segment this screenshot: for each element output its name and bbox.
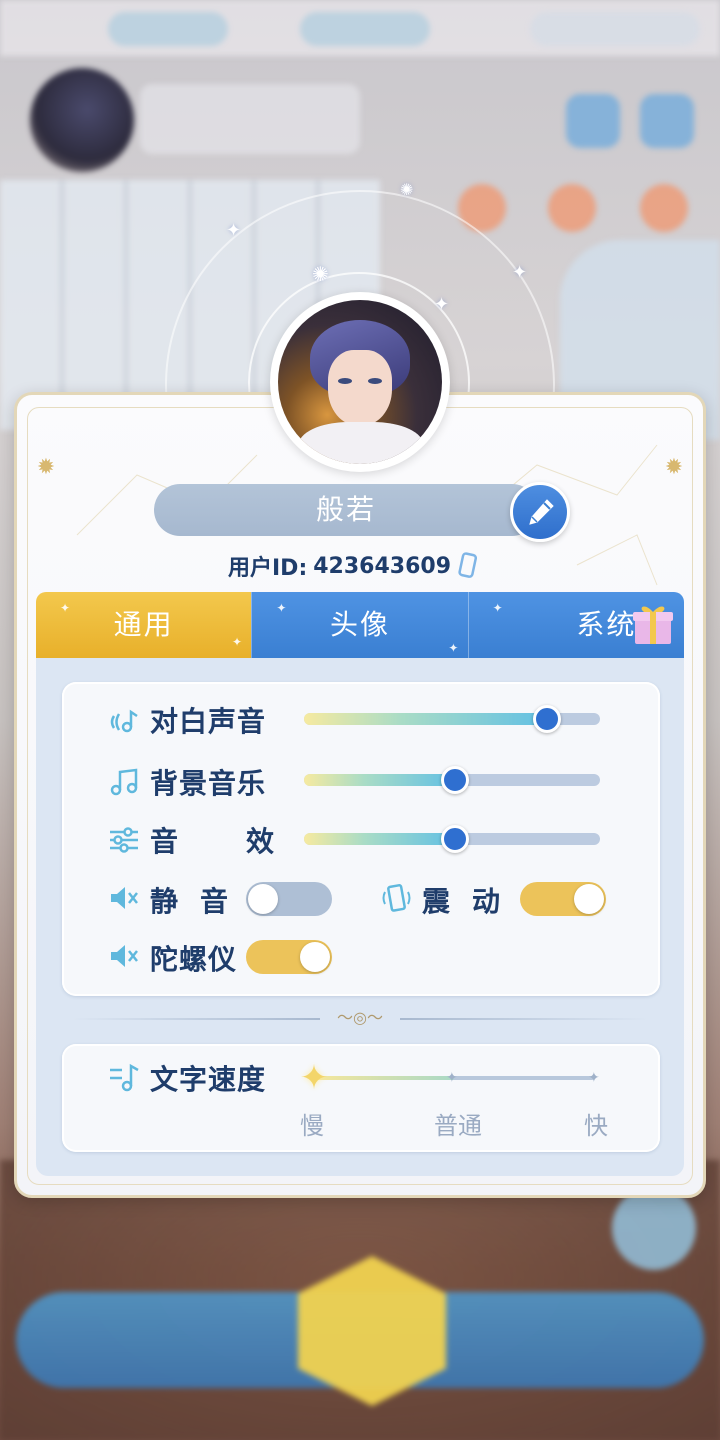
- speed-mark-icon: ✦: [446, 1070, 458, 1086]
- dialogue-sound-icon: [110, 709, 138, 733]
- menu-button-bg: [640, 94, 694, 148]
- speed-knob-star-icon[interactable]: ✦: [296, 1060, 332, 1096]
- audio-settings-card: 对白声音 背景音乐 音 效 静 音 震 动 陀螺仪: [62, 682, 660, 996]
- user-id-label: 用户ID:: [228, 556, 308, 581]
- music-note-icon: [110, 768, 138, 796]
- user-id-row: 用户ID: 423643609: [228, 550, 478, 582]
- settings-tabs: ✦ ✦ 通用 ✦ ✦ 头像 ✦ 系统: [36, 592, 684, 658]
- sfx-volume-label-b: 效: [246, 825, 276, 858]
- bgm-volume-label: 背景音乐: [150, 767, 267, 800]
- round-button-bg: [612, 1186, 696, 1270]
- slider-knob[interactable]: [440, 825, 469, 853]
- text-speed-card: 文字速度 ✦ ✦ ✦ 慢 普通 快: [62, 1044, 660, 1152]
- gift-icon[interactable]: [630, 600, 676, 646]
- avatar[interactable]: [278, 300, 442, 464]
- speed-option-slow[interactable]: 慢: [300, 1106, 324, 1141]
- mute-label-a: 静: [150, 885, 180, 918]
- speed-mark-icon: ✦: [588, 1070, 600, 1086]
- dialogue-volume-slider[interactable]: [304, 705, 600, 733]
- bgm-volume-slider[interactable]: [304, 766, 600, 794]
- corner-star-icon: ✹: [36, 455, 56, 480]
- currency-pill: [300, 12, 430, 46]
- sparkle-icon: ✦: [512, 262, 528, 283]
- user-id-value: 423643609: [313, 553, 452, 579]
- slider-knob[interactable]: [532, 705, 561, 733]
- tab-avatar[interactable]: ✦ ✦ 头像: [251, 592, 468, 658]
- speed-option-normal[interactable]: 普通: [434, 1106, 482, 1141]
- tab-system-label: 系统: [576, 608, 637, 641]
- text-speed-icon: [110, 1063, 139, 1092]
- currency-pill: [108, 12, 228, 46]
- speed-fill: [314, 1076, 454, 1080]
- player-avatar-bg: [30, 68, 134, 172]
- dialogue-volume-label: 对白声音: [150, 705, 267, 738]
- speaker-mute-icon: [111, 945, 138, 967]
- vibrate-toggle[interactable]: [520, 882, 606, 916]
- edit-name-button[interactable]: [510, 482, 570, 542]
- sparkle-icon: ✺: [312, 262, 329, 286]
- slider-knob[interactable]: [440, 766, 469, 794]
- event-icon-bg: [548, 184, 596, 232]
- sparkle-icon: ✦: [226, 220, 242, 241]
- player-name: 般若: [154, 484, 538, 536]
- currency-pill: [530, 12, 700, 46]
- tab-general-label: 通用: [113, 608, 174, 641]
- tab-avatar-label: 头像: [329, 608, 390, 641]
- text-speed-label: 文字速度: [150, 1063, 267, 1096]
- event-icon-bg: [640, 184, 688, 232]
- vibrate-label-a: 震: [422, 885, 452, 918]
- pencil-icon: [529, 499, 554, 525]
- vibrate-label-b: 动: [472, 885, 502, 918]
- speed-option-fast[interactable]: 快: [584, 1106, 608, 1141]
- tab-general[interactable]: ✦ ✦ 通用: [36, 592, 252, 658]
- speaker-mute-icon: [111, 887, 138, 909]
- sparkle-icon: ✺: [400, 180, 414, 199]
- divider-ornament-icon: 〜◎〜: [320, 1008, 400, 1028]
- mail-button-bg: [566, 94, 620, 148]
- mute-toggle[interactable]: [246, 882, 332, 916]
- copy-id-icon[interactable]: [457, 552, 478, 580]
- mute-label-b: 音: [200, 885, 230, 918]
- tab-content-general: 对白声音 背景音乐 音 效 静 音 震 动 陀螺仪 〜◎〜 文字速度 ✦ ✦ ✦…: [36, 658, 684, 1176]
- tab-system[interactable]: ✦ 系统: [467, 592, 684, 658]
- sparkle-icon: ✦: [434, 294, 450, 315]
- sfx-volume-label-a: 音: [150, 825, 180, 858]
- vibrate-icon: [382, 884, 411, 912]
- gyro-label: 陀螺仪: [150, 943, 238, 976]
- player-card-bg: [140, 84, 360, 154]
- sfx-volume-slider[interactable]: [304, 825, 600, 853]
- gyro-toggle[interactable]: [246, 940, 332, 974]
- equalizer-icon: [110, 827, 138, 853]
